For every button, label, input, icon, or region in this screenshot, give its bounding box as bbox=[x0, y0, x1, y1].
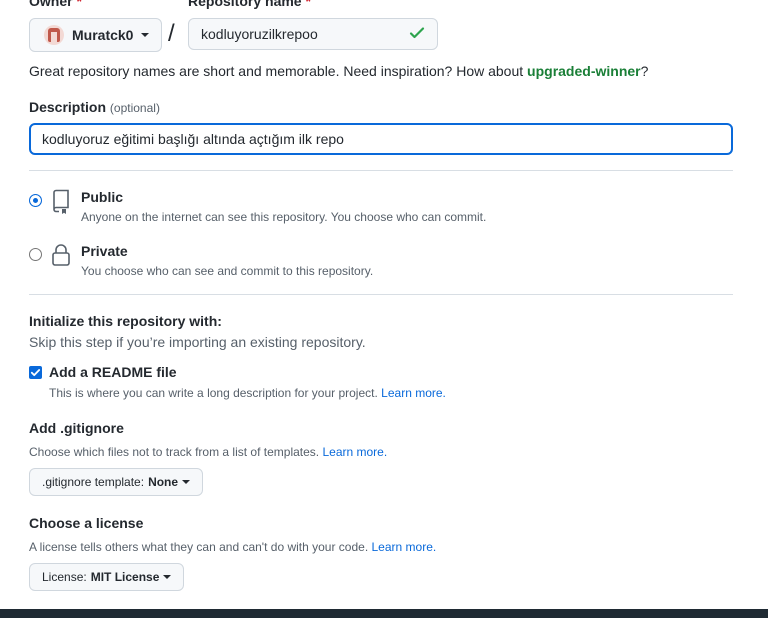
hint-text: Great repository names are short and mem… bbox=[29, 63, 528, 79]
visibility-public-radio[interactable] bbox=[29, 194, 42, 207]
owner-label-text: Owner bbox=[29, 0, 73, 9]
description-input[interactable]: kodluyoruz eğitimi başlığı altında açtığ… bbox=[29, 123, 733, 155]
repository-name-label-text: Repository name bbox=[188, 0, 302, 9]
chevron-down-icon bbox=[141, 33, 150, 37]
gitignore-button-value: None bbox=[148, 475, 179, 489]
repository-name-input[interactable]: kodluyoruzilkrepoo bbox=[188, 18, 438, 50]
repository-required-mark: * bbox=[305, 0, 311, 9]
checkmark-icon bbox=[30, 369, 41, 377]
visibility-public-title: Public bbox=[81, 189, 124, 205]
license-learn-more-link[interactable]: Learn more. bbox=[372, 540, 437, 554]
readme-label[interactable]: Add a README file bbox=[49, 364, 177, 380]
readme-checkbox[interactable] bbox=[29, 366, 42, 379]
visibility-private-title: Private bbox=[81, 243, 128, 259]
license-button-prefix: License: bbox=[42, 570, 87, 584]
license-title: Choose a license bbox=[29, 515, 144, 531]
divider bbox=[29, 170, 733, 171]
owner-required-mark: * bbox=[76, 0, 82, 9]
chevron-down-icon bbox=[163, 575, 172, 579]
description-label: Description (optional) bbox=[29, 99, 160, 115]
readme-desc: This is where you can write a long descr… bbox=[49, 386, 446, 400]
owner-repo-separator: / bbox=[168, 20, 175, 47]
check-icon bbox=[409, 25, 425, 44]
gitignore-desc: Choose which files not to track from a l… bbox=[29, 445, 387, 459]
chevron-down-icon bbox=[182, 480, 191, 484]
hint-suffix: ? bbox=[640, 63, 649, 79]
description-label-text: Description bbox=[29, 99, 107, 115]
description-optional: (optional) bbox=[109, 101, 160, 115]
license-button-value: MIT License bbox=[90, 570, 160, 584]
name-suggestion-link[interactable]: upgraded-winner bbox=[527, 63, 641, 79]
lock-icon bbox=[51, 243, 71, 270]
repository-name-hint: Great repository names are short and mem… bbox=[29, 63, 648, 79]
license-button[interactable]: License: MIT License bbox=[29, 563, 185, 591]
gitignore-button-prefix: .gitignore template: bbox=[42, 475, 145, 489]
owner-name: Muratck0 bbox=[72, 27, 134, 43]
license-desc: A license tells others what they can and… bbox=[29, 540, 436, 554]
visibility-private-desc: You choose who can see and commit to thi… bbox=[81, 264, 374, 278]
owner-select-button[interactable]: Muratck0 bbox=[29, 18, 162, 52]
visibility-private-radio[interactable] bbox=[29, 248, 42, 261]
description-value: kodluyoruz eğitimi başlığı altında açtığ… bbox=[42, 131, 344, 147]
owner-avatar bbox=[44, 25, 64, 45]
owner-label: Owner * bbox=[29, 0, 82, 9]
visibility-public-desc: Anyone on the internet can see this repo… bbox=[81, 210, 487, 224]
gitignore-learn-more-link[interactable]: Learn more. bbox=[322, 445, 387, 459]
gitignore-template-button[interactable]: .gitignore template: None bbox=[29, 468, 204, 496]
initialize-title: Initialize this repository with: bbox=[29, 313, 222, 329]
repository-name-value: kodluyoruzilkrepoo bbox=[201, 26, 318, 42]
initialize-subtitle: Skip this step if you’re importing an ex… bbox=[29, 334, 366, 350]
divider bbox=[29, 294, 733, 295]
license-desc-text: A license tells others what they can and… bbox=[29, 540, 369, 554]
repository-name-label: Repository name * bbox=[188, 0, 311, 9]
gitignore-title: Add .gitignore bbox=[29, 420, 124, 436]
gitignore-desc-text: Choose which files not to track from a l… bbox=[29, 445, 320, 459]
readme-learn-more-link[interactable]: Learn more. bbox=[381, 386, 446, 400]
repo-public-icon bbox=[51, 189, 71, 218]
bottom-bar bbox=[0, 609, 768, 618]
readme-desc-text: This is where you can write a long descr… bbox=[49, 386, 378, 400]
